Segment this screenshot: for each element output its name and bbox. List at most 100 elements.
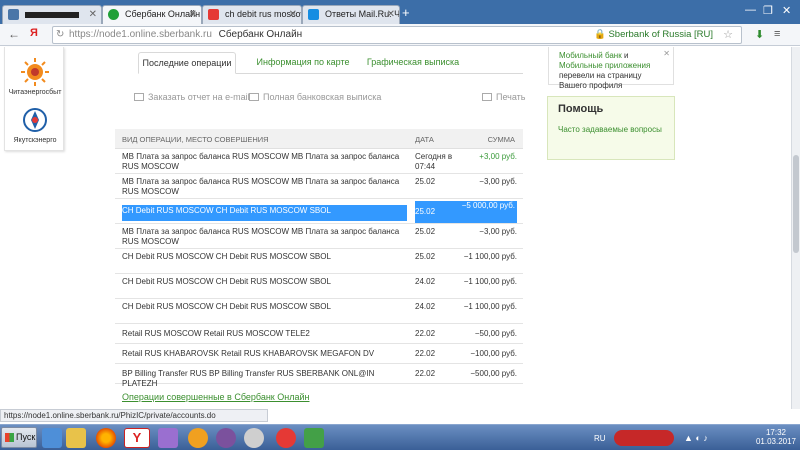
- close-tab-icon[interactable]: ✕: [89, 6, 97, 23]
- printer-icon: [482, 93, 492, 101]
- desktop-icon[interactable]: [42, 428, 62, 448]
- table-row[interactable]: MB Плата за запрос баланса RUS MOSCOW MB…: [115, 174, 523, 199]
- document-icon: [249, 93, 259, 101]
- partner-name: Якутскэнерго: [13, 137, 57, 144]
- opera-icon[interactable]: [276, 428, 296, 448]
- sbol-operations-link[interactable]: Операции совершенные в Сбербанк Онлайн: [122, 392, 309, 402]
- envelope-icon: [134, 93, 144, 101]
- close-tab-icon[interactable]: ✕: [387, 6, 395, 23]
- mobile-apps-link[interactable]: Мобильные приложения: [559, 61, 650, 70]
- url-input[interactable]: ↻ https://node1.online.sberbank.ru Сберб…: [52, 26, 742, 44]
- full-statement-link[interactable]: Полная банковская выписка: [249, 92, 381, 102]
- tab-sberbank[interactable]: Сбербанк Онлайн ✕: [102, 5, 202, 24]
- close-icon[interactable]: ✕: [663, 49, 670, 59]
- operation-description: BP Billing Transfer RUS BP Billing Trans…: [122, 369, 375, 388]
- vk-icon: [8, 9, 19, 20]
- minimize-icon[interactable]: —: [745, 4, 756, 16]
- mailru-icon: [308, 9, 319, 20]
- scrollbar-thumb[interactable]: [793, 155, 799, 253]
- operation-description: Retail RUS KHABAROVSK Retail RUS KHABARO…: [122, 349, 375, 358]
- tab-search[interactable]: ch debit rus moscow ch c ✕: [202, 5, 302, 24]
- tab-mailru[interactable]: Ответы Mail.Ru: Что уз ✕: [302, 5, 400, 24]
- operation-amount: −3,00 руб.: [479, 227, 517, 236]
- sberbank-icon: [108, 9, 119, 20]
- browser-tab-strip: ✕ Сбербанк Онлайн ✕ ch debit rus moscow …: [0, 0, 800, 24]
- help-title: Помощь: [558, 103, 604, 115]
- partner-chitaenergosbyt[interactable]: Читаэнергосбыт: [5, 57, 65, 96]
- media-player-icon[interactable]: [158, 428, 178, 448]
- print-link[interactable]: Печать: [482, 92, 525, 102]
- tab-card-info[interactable]: Информация по карте: [248, 52, 358, 74]
- windows-flag-icon: [5, 433, 14, 442]
- system-tray: RU ▲ ◐ ♪ 17:32 01.03.2017: [592, 428, 800, 448]
- security-label: Sberbank of Russia [RU]: [608, 29, 713, 40]
- close-tab-icon[interactable]: ✕: [189, 6, 197, 23]
- operation-amount: −5 000,00 руб.: [459, 201, 517, 223]
- table-row[interactable]: MB Плата за запрос баланса RUS MOSCOW MB…: [115, 149, 523, 174]
- yandex-browser-icon[interactable]: Y: [124, 428, 150, 448]
- faq-link[interactable]: Часто задаваемые вопросы: [558, 125, 664, 135]
- header-date: ДАТА: [415, 135, 434, 144]
- operation-description: CH Debit RUS MOSCOW CH Debit RUS MOSCOW …: [122, 277, 331, 286]
- operation-amount: −500,00 руб.: [470, 369, 517, 378]
- page-content: Читаэнергосбыт Якутскэнерго Последние оп…: [0, 47, 800, 409]
- print-label: Печать: [496, 92, 526, 102]
- partners-widget: Читаэнергосбыт Якутскэнерго: [4, 47, 64, 151]
- email-report-link[interactable]: Заказать отчет на e-mail: [134, 92, 250, 102]
- table-row[interactable]: Retail RUS KHABAROVSK Retail RUS KHABARO…: [115, 344, 523, 364]
- help-box: Помощь Часто задаваемые вопросы: [547, 96, 675, 160]
- reload-icon[interactable]: ↻: [56, 27, 64, 43]
- content-tabs: Последние операции Информация по карте Г…: [138, 52, 523, 74]
- table-row[interactable]: MB Плата за запрос баланса RUS MOSCOW MB…: [115, 224, 523, 249]
- page-scrollbar[interactable]: [791, 47, 800, 409]
- table-row[interactable]: BP Billing Transfer RUS BP Billing Trans…: [115, 364, 523, 388]
- page-title-text: Сбербанк Онлайн: [218, 29, 303, 40]
- download-icon[interactable]: ⬇: [755, 28, 764, 41]
- folder-icon[interactable]: [66, 428, 86, 448]
- operation-description: MB Плата за запрос баланса RUS MOSCOW MB…: [122, 152, 400, 171]
- full-statement-label: Полная банковская выписка: [263, 92, 382, 102]
- table-row[interactable]: CH Debit RUS MOSCOW CH Debit RUS MOSCOW …: [115, 249, 523, 274]
- operation-description: CH Debit RUS MOSCOW CH Debit RUS MOSCOW …: [122, 302, 331, 311]
- viber-icon[interactable]: [216, 428, 236, 448]
- table-row[interactable]: Retail RUS MOSCOW Retail RUS MOSCOW TELE…: [115, 324, 523, 344]
- menu-icon[interactable]: ≡: [774, 28, 780, 40]
- table-row[interactable]: CH Debit RUS MOSCOW CH Debit RUS MOSCOW …: [115, 199, 523, 224]
- maximize-icon[interactable]: ❐: [763, 4, 773, 17]
- clock-time: 17:32: [765, 428, 786, 437]
- security-badge[interactable]: 🔒 Sberbank of Russia [RU]: [594, 27, 713, 43]
- yandex-home-icon[interactable]: Я: [30, 27, 38, 39]
- table-row[interactable]: CH Debit RUS MOSCOW CH Debit RUS MOSCOW …: [115, 274, 523, 299]
- bookmark-star-icon[interactable]: ☆: [723, 27, 733, 43]
- tab-vk[interactable]: ✕: [2, 5, 102, 24]
- media-controls-widget[interactable]: [614, 430, 674, 446]
- tray-icons[interactable]: ▲ ◐ ♪: [684, 433, 708, 443]
- table-header: ВИД ОПЕРАЦИИ, МЕСТО СОВЕРШЕНИЯ ДАТА СУММ…: [115, 129, 523, 149]
- tab-recent-operations[interactable]: Последние операции: [138, 52, 236, 74]
- back-arrow-icon[interactable]: ←: [8, 27, 20, 41]
- mobile-bank-link[interactable]: Мобильный банк: [559, 51, 622, 60]
- close-window-icon[interactable]: ✕: [782, 4, 791, 17]
- tab-graphic-statement[interactable]: Графическая выписка: [363, 52, 463, 74]
- partner-yakutskenergo[interactable]: Якутскэнерго: [5, 105, 65, 144]
- url-text: https://node1.online.sberbank.ru: [69, 29, 212, 40]
- aimp-icon[interactable]: [188, 428, 208, 448]
- header-amount: СУММА: [487, 135, 515, 144]
- firefox-icon[interactable]: [96, 428, 116, 448]
- network-globe-icon[interactable]: [244, 428, 264, 448]
- chat-app-icon[interactable]: [304, 428, 324, 448]
- operation-description: CH Debit RUS MOSCOW CH Debit RUS MOSCOW …: [122, 205, 407, 221]
- operation-description: Retail RUS MOSCOW Retail RUS MOSCOW TELE…: [122, 329, 310, 338]
- notice-box: ✕ Мобильный банк и Мобильные приложения …: [548, 47, 674, 90]
- operation-amount: −1 100,00 руб.: [463, 252, 517, 261]
- windows-taskbar: Пуск Y RU ▲ ◐ ♪ 17:32 01.03.2017: [0, 424, 800, 450]
- language-indicator[interactable]: RU: [594, 434, 606, 443]
- clock-date: 01.03.2017: [755, 437, 796, 446]
- close-tab-icon[interactable]: ✕: [289, 6, 297, 23]
- sun-logo-icon: [21, 58, 49, 86]
- clock[interactable]: 17:32 01.03.2017: [756, 428, 796, 446]
- start-button[interactable]: Пуск: [1, 427, 37, 448]
- redacted-tab-title: [25, 11, 79, 18]
- table-row[interactable]: CH Debit RUS MOSCOW CH Debit RUS MOSCOW …: [115, 299, 523, 324]
- new-tab-button[interactable]: +: [402, 6, 410, 20]
